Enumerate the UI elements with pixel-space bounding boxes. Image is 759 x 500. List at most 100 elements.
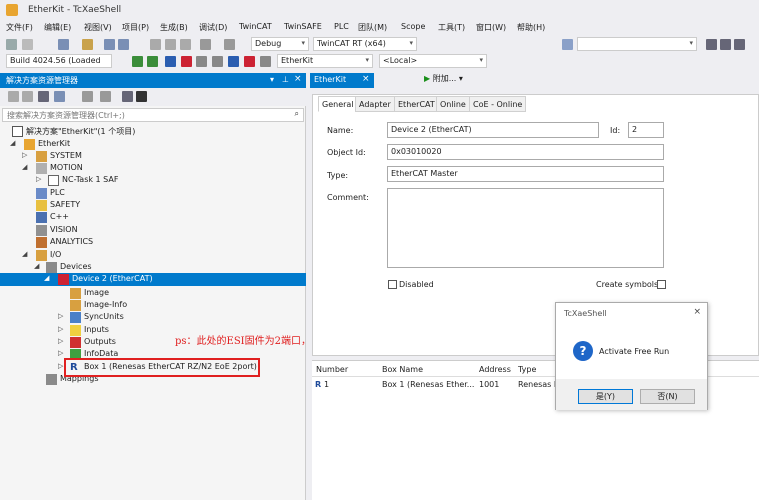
yes-button[interactable]: 是(Y): [578, 389, 633, 404]
back-icon[interactable]: [8, 91, 19, 102]
safety-icon: [36, 200, 47, 211]
tree-label: InfoData: [84, 349, 119, 358]
menu-twinsafe[interactable]: TwinSAFE: [284, 22, 322, 31]
menu-help[interactable]: 帮助(H): [517, 22, 545, 33]
menu-window[interactable]: 窗口(W): [476, 22, 506, 33]
project-select[interactable]: EtherKit ▾: [277, 54, 373, 68]
collapsed-icon[interactable]: ▷: [36, 175, 44, 185]
menu-tools[interactable]: 工具(T): [438, 22, 465, 33]
menu-file[interactable]: 文件(F): [6, 22, 33, 33]
menu-plc[interactable]: PLC: [334, 22, 349, 31]
type-field[interactable]: EtherCAT Master: [387, 166, 664, 182]
preview-icon[interactable]: [136, 91, 147, 102]
menu-debug[interactable]: 调试(D): [199, 22, 227, 33]
comment-textarea[interactable]: [387, 188, 664, 268]
toolbox-icon[interactable]: [734, 39, 745, 50]
collapsed-icon[interactable]: ▷: [58, 325, 66, 335]
switch-views-icon[interactable]: [54, 91, 65, 102]
menu-edit[interactable]: 编辑(E): [44, 22, 71, 33]
tab-etherkit[interactable]: EtherKit ×: [310, 73, 374, 88]
expanded-icon[interactable]: ◢: [22, 250, 30, 260]
config-mode-icon[interactable]: [165, 56, 176, 67]
toggle-icon[interactable]: [228, 56, 239, 67]
paste-icon[interactable]: [180, 39, 191, 50]
twincat-toolbar: Build 4024.56 (Loaded EtherKit ▾ <Local> ▾: [0, 53, 759, 70]
menu-view[interactable]: 视图(V): [84, 22, 112, 33]
platform-select[interactable]: TwinCAT RT (x64) ▾: [313, 37, 417, 51]
undo-icon[interactable]: [200, 39, 211, 50]
cut-icon[interactable]: [150, 39, 161, 50]
object-id-field[interactable]: 0x03010020: [387, 144, 664, 160]
mappings-icon: [46, 374, 57, 385]
free-run-icon[interactable]: [212, 56, 223, 67]
activate-config-icon[interactable]: [132, 56, 143, 67]
chevron-down-icon: ▾: [365, 56, 369, 64]
io-icon: [36, 250, 47, 261]
menu-project[interactable]: 项目(P): [122, 22, 149, 33]
expanded-icon[interactable]: ◢: [44, 274, 52, 284]
expanded-icon[interactable]: ◢: [34, 262, 42, 272]
window-title: EtherKit - TcXaeShell: [28, 5, 122, 15]
expanded-icon[interactable]: ◢: [22, 163, 30, 173]
collapsed-icon[interactable]: ▷: [58, 337, 66, 347]
menu-twincat[interactable]: TwinCAT: [239, 22, 272, 31]
chevron-down-icon[interactable]: ▾: [270, 75, 274, 84]
scan-icon[interactable]: [181, 56, 192, 67]
menu-team[interactable]: 团队(M): [358, 22, 387, 33]
type-value: EtherCAT Master: [391, 169, 458, 178]
cell-number: 1: [324, 380, 330, 389]
tab-label: EtherKit: [314, 75, 347, 84]
target-select[interactable]: <Local> ▾: [379, 54, 487, 68]
menu-bar: 文件(F) 编辑(E) 视图(V) 项目(P) 生成(B) 调试(D) Twin…: [0, 20, 759, 36]
tab-general[interactable]: General: [318, 96, 358, 112]
no-button[interactable]: 否(N): [640, 389, 695, 404]
build-select[interactable]: Build 4024.56 (Loaded: [6, 54, 112, 68]
disabled-checkbox[interactable]: [388, 280, 397, 289]
open-icon[interactable]: [82, 39, 93, 50]
restart-icon[interactable]: [147, 56, 158, 67]
close-icon[interactable]: ×: [362, 74, 370, 84]
forward-icon[interactable]: [22, 91, 33, 102]
search-combo[interactable]: ▾: [577, 37, 697, 51]
record-icon[interactable]: [244, 56, 255, 67]
close-icon[interactable]: ×: [294, 74, 302, 84]
back-icon[interactable]: [6, 39, 17, 50]
explorer-icon[interactable]: [706, 39, 717, 50]
properties-icon[interactable]: [122, 91, 133, 102]
properties-icon[interactable]: [720, 39, 731, 50]
collapse-all-icon[interactable]: [100, 91, 111, 102]
tab-online[interactable]: Online: [436, 96, 470, 112]
renesas-box-icon: R: [315, 380, 322, 389]
cell-box-name: Box 1 (Renesas Ether...: [382, 380, 475, 389]
new-project-icon[interactable]: [58, 39, 69, 50]
tools-icon[interactable]: [196, 56, 207, 67]
save-all-icon[interactable]: [118, 39, 129, 50]
collapsed-icon[interactable]: ▷: [22, 151, 30, 161]
create-symbols-checkbox[interactable]: [657, 280, 666, 289]
solution-search-input[interactable]: 搜索解决方案资源管理器(Ctrl+;) ⌕: [2, 108, 304, 122]
platform-value: TwinCAT RT (x64): [317, 39, 386, 48]
expanded-icon[interactable]: ◢: [10, 139, 18, 149]
tab-adapter[interactable]: Adapter: [355, 96, 395, 112]
save-icon[interactable]: [104, 39, 115, 50]
menu-scope[interactable]: Scope: [401, 22, 425, 31]
redo-icon[interactable]: [224, 39, 235, 50]
config-select[interactable]: Debug ▾: [251, 37, 309, 51]
refresh-icon[interactable]: [82, 91, 93, 102]
close-icon[interactable]: ×: [693, 307, 701, 317]
menu-build[interactable]: 生成(B): [160, 22, 188, 33]
collapsed-icon[interactable]: ▷: [58, 312, 66, 322]
tab-coe-online[interactable]: CoE - Online: [469, 96, 527, 112]
home-icon[interactable]: [38, 91, 49, 102]
tab-ethercat[interactable]: EtherCAT: [394, 96, 439, 112]
copy-icon[interactable]: [165, 39, 176, 50]
name-field[interactable]: Device 2 (EtherCAT): [387, 122, 599, 138]
pin-icon[interactable]: ⊥: [282, 75, 289, 84]
attach-button[interactable]: ▶ 附加... ▾: [424, 73, 463, 84]
solution-explorer-title: 解决方案资源管理器: [6, 76, 78, 85]
forward-icon[interactable]: [22, 39, 33, 50]
id-field[interactable]: 2: [628, 122, 664, 138]
play-icon: ▶: [424, 74, 431, 83]
find-icon[interactable]: [562, 39, 573, 50]
grid-icon[interactable]: [260, 56, 271, 67]
